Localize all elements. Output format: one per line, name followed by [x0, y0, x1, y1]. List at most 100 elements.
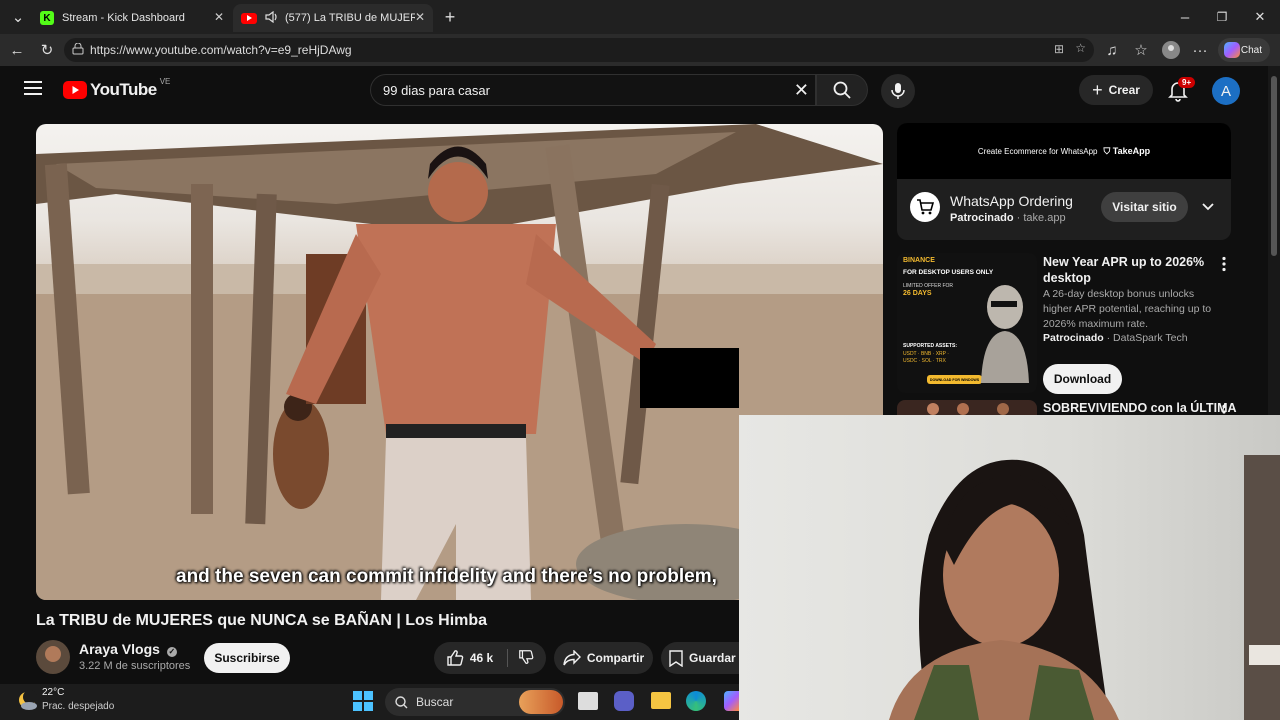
- binance-brand: BINANCE: [903, 257, 935, 264]
- search-highlight-icon: [519, 690, 563, 714]
- takeapp-logo: ⛉ TakeApp: [1103, 146, 1150, 157]
- youtube-icon: [241, 12, 257, 24]
- create-button[interactable]: + Crear: [1079, 75, 1153, 105]
- more-options-icon[interactable]: [1221, 256, 1227, 277]
- ad-banner-brand: TakeApp: [1112, 145, 1151, 156]
- meta-separator: ·: [1106, 332, 1111, 344]
- notification-badge: 9+: [1178, 77, 1196, 88]
- tab-youtube-video[interactable]: (577) La TRIBU de MUJERES q ✕: [233, 4, 433, 32]
- minimize-icon[interactable]: –: [1175, 7, 1195, 27]
- voice-search-button[interactable]: [881, 74, 915, 108]
- chevron-down-icon[interactable]: [1201, 199, 1215, 217]
- search-icon: [833, 81, 851, 99]
- thumb-assets-line-2: USDC · SOL · TRX: [903, 358, 946, 364]
- thumbs-down-icon: [519, 649, 534, 664]
- chat-label: Chat: [1240, 44, 1262, 56]
- speaker-icon[interactable]: [265, 10, 279, 26]
- more-menu-icon[interactable]: ···: [1190, 40, 1210, 60]
- taskbar-search-placeholder: Buscar: [416, 695, 454, 709]
- tab-list-dropdown-icon[interactable]: ⌄: [8, 7, 28, 27]
- taskbar-search-input[interactable]: Buscar: [385, 688, 565, 716]
- new-tab-icon[interactable]: +: [440, 7, 460, 27]
- visit-site-button[interactable]: Visitar sitio: [1101, 192, 1188, 222]
- account-avatar[interactable]: A: [1212, 77, 1240, 105]
- subscriber-count: 3.22 M de suscriptores: [79, 660, 191, 672]
- meta-separator: ·: [1016, 212, 1021, 224]
- split-screen-icon[interactable]: ⊞: [1054, 42, 1064, 56]
- windows-start-icon[interactable]: [353, 691, 373, 716]
- recommendation-thumbnail[interactable]: [897, 400, 1037, 415]
- temperature: 22°C: [42, 687, 65, 698]
- advertiser-name: DataSpark Tech: [1113, 332, 1188, 344]
- country-code: VE: [159, 76, 171, 86]
- url-field[interactable]: https://www.youtube.com/watch?v=e9_reHjD…: [64, 38, 1094, 62]
- edge-browser-icon[interactable]: [686, 691, 706, 711]
- channel-avatar[interactable]: [36, 640, 70, 674]
- video-title: La TRIBU de MUJERES que NUNCA se BAÑAN |…: [36, 612, 488, 629]
- subscribe-button[interactable]: Suscribirse: [204, 643, 290, 673]
- recommendation-thumbnail[interactable]: BINANCE FOR DESKTOP USERS ONLY LIMITED O…: [897, 253, 1037, 393]
- thumb-assets-line-1: USDT · BNB · XRP ·: [903, 351, 949, 357]
- notifications-bell-icon[interactable]: 9+: [1168, 77, 1196, 107]
- logo-text: YouTube: [90, 80, 157, 99]
- subscribe-label: Suscribirse: [214, 651, 280, 665]
- weather-widget[interactable]: [16, 690, 38, 717]
- kick-icon: K: [40, 11, 54, 25]
- like-dislike-group: 46 k: [434, 642, 546, 674]
- moon-cloud-icon: [19, 690, 37, 710]
- windows-taskbar: 22°C Prac. despejado Buscar: [0, 684, 739, 720]
- restore-icon[interactable]: ❐: [1212, 7, 1232, 27]
- close-tab-icon[interactable]: ✕: [415, 10, 425, 24]
- bookmark-icon: [669, 649, 683, 667]
- search-input[interactable]: 99 dias para casar ✕: [370, 74, 816, 106]
- ad-banner-text: Create Ecommerce for WhatsApp: [977, 146, 1098, 156]
- youtube-logo[interactable]: YouTube VE: [63, 76, 171, 100]
- sponsored-label: Patrocinado: [950, 212, 1014, 224]
- copilot-chat-button[interactable]: Chat: [1218, 38, 1270, 62]
- dislike-button[interactable]: [514, 649, 534, 668]
- advertiser-logo[interactable]: [910, 192, 940, 222]
- share-button[interactable]: Compartir: [554, 642, 653, 674]
- shopping-cart-icon: [917, 199, 934, 215]
- clear-search-icon[interactable]: ✕: [794, 80, 809, 101]
- microphone-icon: [891, 83, 905, 99]
- tab-title: Stream - Kick Dashboard: [62, 12, 185, 24]
- address-bar-row: ← ↻ https://www.youtube.com/watch?v=e9_r…: [0, 34, 1280, 66]
- like-button[interactable]: 46 k: [446, 649, 509, 667]
- recommendation-title[interactable]: New Year APR up to 2026% desktop: [1043, 254, 1213, 286]
- avatar-letter: A: [1220, 82, 1231, 100]
- create-label: Crear: [1108, 83, 1140, 97]
- share-label: Compartir: [586, 651, 645, 665]
- url-text: https://www.youtube.com/watch?v=e9_reHjD…: [90, 43, 352, 57]
- thumb-offer: LIMITED OFFER FOR: [903, 283, 953, 289]
- profile-avatar-icon[interactable]: [1161, 40, 1181, 60]
- site-info-icon[interactable]: [72, 42, 84, 58]
- download-button[interactable]: Download: [1043, 364, 1122, 394]
- search-button[interactable]: [816, 74, 868, 106]
- extensions-icon[interactable]: ♫: [1102, 40, 1122, 60]
- ad-title[interactable]: WhatsApp Ordering: [950, 193, 1073, 209]
- favorites-icon[interactable]: ☆: [1131, 40, 1151, 60]
- save-button[interactable]: Guardar: [661, 642, 739, 674]
- plus-icon: +: [1092, 79, 1103, 100]
- youtube-logo-icon: [63, 81, 87, 99]
- sponsored-ad-card[interactable]: Create Ecommerce for WhatsApp ⛉ TakeApp …: [897, 123, 1231, 240]
- recommendation-meta: Patrocinado · DataSpark Tech: [1043, 332, 1188, 344]
- teams-icon[interactable]: [614, 691, 634, 711]
- recommendation-title[interactable]: SOBREVIVIENDO con la ÚLTIMA: [1043, 401, 1237, 415]
- ad-banner[interactable]: Create Ecommerce for WhatsApp ⛉ TakeApp: [897, 123, 1231, 179]
- youtube-header: YouTube VE 99 dias para casar ✕ + Crear …: [0, 66, 1268, 116]
- channel-name[interactable]: Araya Vlogs ✓: [79, 641, 177, 657]
- copilot-taskbar-icon[interactable]: [724, 691, 739, 711]
- back-icon[interactable]: ←: [7, 40, 27, 60]
- close-window-icon[interactable]: ✕: [1250, 7, 1270, 27]
- tab-kick-dashboard[interactable]: K Stream - Kick Dashboard ✕: [32, 4, 232, 32]
- ad-meta: Patrocinado · take.app: [950, 212, 1066, 224]
- task-view-icon[interactable]: [578, 692, 598, 710]
- hamburger-menu-icon[interactable]: [24, 81, 42, 100]
- webcam-feed: [889, 455, 1280, 720]
- favorite-star-icon[interactable]: ☆: [1075, 41, 1086, 55]
- close-tab-icon[interactable]: ✕: [214, 10, 224, 24]
- reload-icon[interactable]: ↻: [37, 40, 57, 60]
- file-explorer-icon[interactable]: [651, 692, 671, 709]
